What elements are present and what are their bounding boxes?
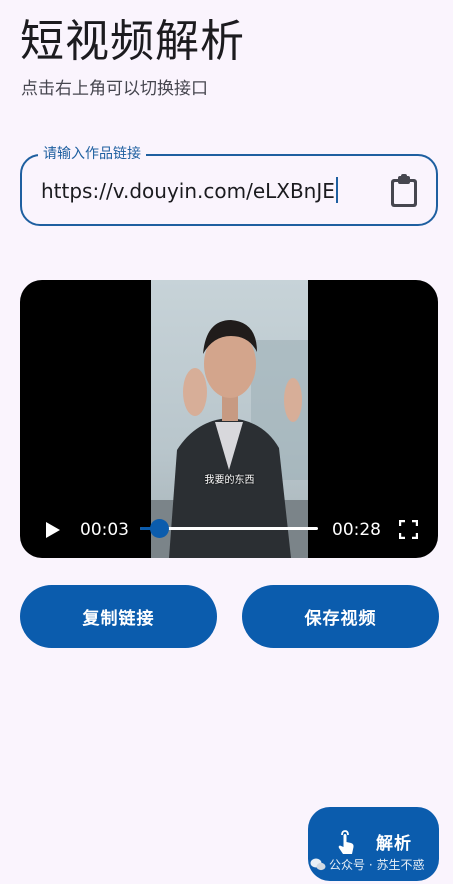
watermark-text: 公众号 · 苏生不惑 [329,858,425,872]
text-caret [335,177,338,203]
clipboard-icon[interactable] [389,174,419,208]
video-caption: 我要的东西 [204,475,255,486]
fullscreen-icon[interactable] [399,520,418,539]
video-frame: 我要的东西 [151,280,308,558]
tap-hand-icon [338,830,354,854]
seek-bar-thumb[interactable] [150,519,170,538]
video-player[interactable]: 我要的东西 00:03 00:28 [20,280,438,558]
copy-link-button[interactable]: 复制链接 [20,585,217,648]
total-time: 00:28 [332,520,381,540]
current-time: 00:03 [80,520,129,540]
page-title: 短视频解析 [20,16,245,67]
url-input-value[interactable]: https://v.douyin.com/eLXBnJE [41,177,338,205]
wechat-icon [310,858,326,871]
url-input-label: 请输入作品链接 [38,144,146,164]
video-frame-image [151,280,308,558]
page-subtitle: 点击右上角可以切换接口 [21,79,208,99]
play-icon[interactable] [42,520,62,540]
url-input-text[interactable]: https://v.douyin.com/eLXBnJE [41,179,335,203]
watermark: 公众号 · 苏生不惑 [310,854,453,876]
save-video-button[interactable]: 保存视频 [242,585,439,648]
url-input-field[interactable]: 请输入作品链接 https://v.douyin.com/eLXBnJE [20,144,438,226]
parse-fab-label: 解析 [376,834,412,854]
seek-bar[interactable] [140,519,318,538]
